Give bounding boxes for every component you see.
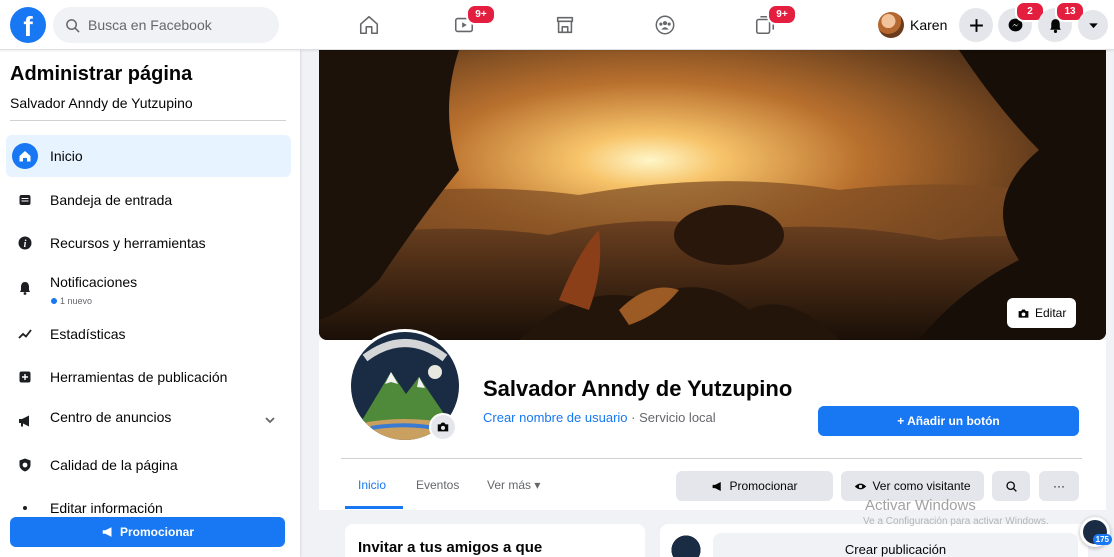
stats-icon	[12, 321, 38, 347]
activate-windows-subtitle: Ve a Configuración para activar Windows.	[863, 516, 1049, 527]
sidebar-title: Administrar página	[10, 63, 193, 85]
search-icon	[1005, 480, 1017, 492]
info-icon: i	[12, 230, 38, 256]
megaphone-icon	[713, 481, 722, 491]
bell-icon	[12, 275, 38, 301]
cover-photo[interactable]	[319, 50, 1106, 340]
sidebar-item-label: Centro de anuncios	[50, 409, 172, 425]
notifications-new-count: 1 nuevo	[51, 296, 92, 306]
megaphone-icon	[12, 408, 38, 434]
store-icon	[556, 16, 574, 34]
sidebar-item-ad-center[interactable]: Centro de anuncios	[6, 400, 291, 442]
more-options-button[interactable]: ···	[1039, 471, 1079, 501]
promote-button[interactable]: Promocionar	[676, 471, 833, 501]
sidebar-item-insights[interactable]: Estadísticas	[6, 313, 291, 355]
sidebar-divider	[10, 120, 286, 121]
sidebar-item-publishing-tools[interactable]: Herramientas de publicación	[6, 356, 291, 398]
home-icon	[12, 143, 38, 169]
search-page-button[interactable]	[992, 471, 1030, 501]
publishing-tools-icon	[12, 364, 38, 390]
page-title: Salvador Anndy de Yutzupino	[483, 376, 793, 401]
sidebar-item-label: Herramientas de publicación	[50, 369, 228, 385]
profile-chip[interactable]: Karen	[874, 8, 955, 42]
tab-inicio[interactable]: Inicio	[358, 478, 386, 492]
inbox-icon	[12, 187, 38, 213]
sidebar-item-inicio[interactable]: Inicio	[6, 135, 291, 177]
sidebar-item-label: Notificaciones	[50, 274, 138, 290]
sidebar-page-name: Salvador Anndy de Yutzupino	[10, 95, 193, 111]
chat-bubble-button[interactable]: 175	[1080, 517, 1112, 547]
gaming-badge: 9+	[767, 4, 797, 25]
camera-icon	[437, 422, 449, 432]
profile-name: Karen	[910, 17, 948, 33]
search-box[interactable]	[53, 7, 279, 43]
home-outline-icon	[359, 15, 379, 35]
svg-text:i: i	[24, 239, 27, 250]
manage-page-sidebar: Administrar página Salvador Anndy de Yut…	[0, 50, 300, 557]
nav-watch-button[interactable]: 9+	[449, 4, 496, 40]
sidebar-item-page-quality[interactable]: Calidad de la página	[6, 444, 291, 486]
messenger-button[interactable]: 2	[998, 1, 1045, 42]
facebook-logo-icon[interactable]: f	[10, 7, 46, 43]
search-icon	[66, 18, 80, 33]
sidebar-item-inbox[interactable]: Bandeja de entrada	[6, 179, 291, 221]
top-navigation-bar: f 9+ 9+ Karen 2 13	[0, 0, 1114, 50]
create-username-link[interactable]: Crear nombre de usuario	[483, 410, 628, 425]
invite-friends-heading: Invitar a tus amigos a que	[358, 539, 543, 556]
edit-cover-label: Editar	[1035, 306, 1067, 320]
sidebar-item-label: Recursos y herramientas	[50, 235, 206, 251]
plus-icon	[969, 18, 983, 32]
eye-icon	[855, 483, 867, 489]
chat-bubble-count: 175	[1092, 534, 1112, 545]
promote-button-label: Promocionar	[729, 479, 798, 493]
edit-cover-button[interactable]: Editar	[1007, 298, 1077, 328]
nav-marketplace-button[interactable]	[550, 10, 580, 40]
shield-icon	[12, 452, 38, 478]
sidebar-item-notifications[interactable]: Notificaciones 1 nuevo	[6, 267, 291, 309]
sidebar-item-resources[interactable]: i Recursos y herramientas	[6, 222, 291, 264]
notifications-button[interactable]: 13	[1038, 1, 1085, 42]
nav-gaming-button[interactable]: 9+	[750, 4, 797, 40]
account-menu-button[interactable]	[1078, 10, 1108, 40]
avatar	[878, 12, 904, 38]
sidebar-item-label: Inicio	[50, 148, 83, 164]
sidebar-item-label: Estadísticas	[50, 326, 126, 342]
sunset-landscape-image	[319, 50, 1106, 340]
active-tab-indicator	[345, 506, 403, 509]
add-button-button[interactable]: + Añadir un botón	[818, 406, 1079, 436]
create-button[interactable]	[959, 8, 993, 42]
nav-home-button[interactable]	[354, 10, 384, 40]
camera-icon	[1018, 308, 1029, 318]
tab-eventos[interactable]: Eventos	[416, 478, 459, 492]
page-category: · Servicio local	[627, 410, 716, 425]
nav-groups-button[interactable]	[650, 10, 680, 40]
sidebar-item-label: Editar información	[50, 500, 163, 516]
update-profile-picture-button[interactable]	[429, 413, 457, 441]
caret-down-icon	[1088, 22, 1098, 28]
search-input[interactable]	[88, 17, 268, 33]
megaphone-icon	[102, 527, 112, 537]
watch-badge: 9+	[466, 4, 496, 25]
sidebar-promote-button[interactable]: Promocionar	[10, 517, 285, 547]
tab-ver-mas[interactable]: Ver más ▾	[487, 478, 540, 492]
sidebar-item-label: Calidad de la página	[50, 457, 178, 473]
activate-windows-title: Activar Windows	[865, 497, 976, 514]
page-meta: Crear nombre de usuario · Servicio local	[483, 410, 716, 425]
view-as-visitor-label: Ver como visitante	[872, 479, 971, 493]
promote-label: Promocionar	[119, 525, 194, 539]
header-divider	[341, 458, 1082, 459]
sidebar-item-label: Bandeja de entrada	[50, 192, 173, 208]
groups-icon	[655, 15, 675, 35]
create-post-button[interactable]: Crear publicación	[713, 533, 1078, 557]
chevron-down-icon[interactable]	[263, 413, 277, 427]
